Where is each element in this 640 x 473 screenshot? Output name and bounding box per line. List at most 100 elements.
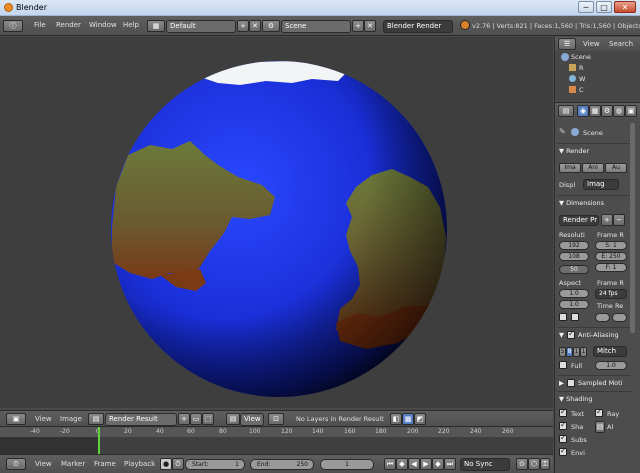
aa-samples-11[interactable]: 1 bbox=[573, 347, 580, 357]
play-icon[interactable]: ▶ bbox=[420, 458, 432, 470]
scene-tab-icon[interactable]: ⚙ bbox=[601, 105, 613, 117]
sampled-motion-panel-title[interactable]: ▶ bbox=[559, 379, 564, 387]
frame-step-field[interactable]: F: 1 bbox=[595, 263, 627, 272]
fake-user-icon[interactable]: ⬚ bbox=[202, 413, 214, 425]
prev-keyframe-icon[interactable]: ◆ bbox=[396, 458, 408, 470]
maximize-button[interactable]: □ bbox=[596, 1, 612, 13]
close-button[interactable]: ✕ bbox=[614, 1, 636, 13]
current-frame-field[interactable]: 1 bbox=[320, 459, 374, 470]
add-preset-icon[interactable]: + bbox=[601, 214, 613, 226]
timeline-area[interactable] bbox=[0, 427, 553, 455]
resolution-percentage-field[interactable]: 50 bbox=[559, 265, 589, 274]
time-old-field[interactable] bbox=[595, 313, 610, 322]
menu-window[interactable]: Window bbox=[89, 21, 117, 29]
preview-range-icon[interactable]: ⏱ bbox=[172, 458, 184, 470]
screen-layout-icon[interactable]: ▦ bbox=[147, 20, 165, 32]
render-result-viewport[interactable] bbox=[0, 37, 553, 408]
crop-checkbox[interactable] bbox=[571, 313, 579, 321]
channels-z-icon[interactable]: ◩ bbox=[414, 413, 426, 425]
image-name-field[interactable]: Render Result bbox=[105, 413, 177, 426]
shadows-checkbox[interactable] bbox=[559, 420, 567, 430]
start-frame-field[interactable]: Start: 1 bbox=[185, 459, 245, 470]
resolution-x-field[interactable]: 192 bbox=[559, 241, 589, 250]
menu-frame[interactable]: Frame bbox=[94, 460, 116, 468]
render-presets-select[interactable]: Render Pr bbox=[559, 215, 599, 226]
filter-size-field[interactable]: 1.0 bbox=[595, 361, 627, 370]
frame-rate-select[interactable]: 24 fps bbox=[595, 289, 627, 299]
frame-start-field[interactable]: S: 1 bbox=[595, 241, 627, 250]
alpha-mode-icon[interactable]: ▤ bbox=[595, 421, 605, 433]
keying-set-icon[interactable]: ⚿ bbox=[540, 458, 550, 470]
menu-playback[interactable]: Playback bbox=[124, 460, 155, 468]
render-tab-icon[interactable]: ◉ bbox=[577, 105, 589, 117]
menu-file[interactable]: File bbox=[34, 21, 46, 29]
render-image-button[interactable]: Ima bbox=[559, 163, 581, 173]
menu-marker[interactable]: Marker bbox=[61, 460, 85, 468]
add-scene-icon[interactable]: + bbox=[352, 20, 364, 32]
menu-image[interactable]: Image bbox=[60, 415, 82, 423]
record-icon[interactable]: ● bbox=[160, 458, 172, 470]
play-reverse-icon[interactable]: ◀ bbox=[408, 458, 420, 470]
aspect-y-field[interactable]: 1.0 bbox=[559, 300, 589, 309]
end-frame-field[interactable]: End: 250 bbox=[250, 459, 314, 470]
display-select[interactable]: Imag bbox=[583, 179, 619, 190]
scene-field[interactable]: Scene bbox=[281, 20, 351, 33]
world-tab-icon[interactable]: ◍ bbox=[613, 105, 625, 117]
render-animation-button[interactable]: Ani bbox=[582, 163, 604, 173]
timeline-ruler[interactable]: -40 -20 0 20 40 60 80 100 120 140 160 18… bbox=[0, 427, 553, 437]
remove-preset-icon[interactable]: − bbox=[613, 214, 625, 226]
menu-timeline-view[interactable]: View bbox=[35, 460, 52, 468]
editor-type-properties-icon[interactable]: ▤ bbox=[558, 105, 574, 117]
anti-aliasing-checkbox[interactable] bbox=[567, 329, 575, 339]
aa-samples-16[interactable]: 1 bbox=[580, 347, 587, 357]
render-slot-icon[interactable]: ⊡ bbox=[268, 413, 284, 425]
dimensions-panel-title[interactable]: ▼ Dimensions bbox=[559, 199, 604, 207]
screen-layout-field[interactable]: Default bbox=[166, 20, 236, 33]
aa-samples-8[interactable]: 8 bbox=[566, 347, 573, 357]
outliner-view-menu[interactable]: View bbox=[583, 40, 600, 48]
aspect-x-field[interactable]: 1.0 bbox=[559, 289, 589, 298]
render-panel-title[interactable]: ▼ Render bbox=[559, 147, 589, 155]
editor-type-info-icon[interactable]: ⓘ bbox=[3, 20, 23, 32]
menu-help[interactable]: Help bbox=[123, 21, 139, 29]
outliner-item[interactable]: W bbox=[579, 75, 585, 83]
jump-start-icon[interactable]: ⏮ bbox=[384, 458, 396, 470]
outliner-item[interactable]: Scene bbox=[571, 53, 591, 61]
channels-alpha-icon[interactable]: ▩ bbox=[402, 413, 414, 425]
add-screen-icon[interactable]: + bbox=[237, 20, 249, 32]
editor-type-timeline-icon[interactable]: ⏲ bbox=[6, 458, 26, 470]
editor-type-outliner-icon[interactable]: ☰ bbox=[558, 38, 576, 50]
sampled-motion-checkbox[interactable] bbox=[567, 379, 575, 387]
render-engine-select[interactable]: Blender Render bbox=[383, 20, 453, 33]
next-keyframe-icon[interactable]: ◆ bbox=[432, 458, 444, 470]
add-image-icon[interactable]: + bbox=[178, 413, 190, 425]
outliner-search-menu[interactable]: Search bbox=[609, 40, 633, 48]
image-browse-icon[interactable]: ▤ bbox=[88, 413, 104, 425]
jump-end-icon[interactable]: ⏭ bbox=[444, 458, 456, 470]
frame-end-field[interactable]: E: 250 bbox=[595, 252, 627, 261]
textures-checkbox[interactable] bbox=[559, 407, 567, 417]
object-tab-icon[interactable]: ▣ bbox=[625, 105, 637, 117]
remove-screen-icon[interactable]: ✕ bbox=[249, 20, 261, 32]
view-mode-icon[interactable]: ▤ bbox=[226, 413, 240, 425]
view-select[interactable]: View bbox=[240, 413, 264, 426]
outliner-item[interactable]: R bbox=[579, 64, 584, 72]
full-sample-checkbox[interactable] bbox=[559, 361, 567, 369]
open-image-icon[interactable]: ▭ bbox=[190, 413, 202, 425]
time-new-field[interactable] bbox=[612, 313, 627, 322]
resolution-y-field[interactable]: 108 bbox=[559, 252, 589, 261]
minimize-button[interactable]: ─ bbox=[578, 1, 594, 13]
aa-samples-5[interactable]: 5 bbox=[559, 347, 566, 357]
timeline-editor[interactable]: -40 -20 0 20 40 60 80 100 120 140 160 18… bbox=[0, 426, 553, 455]
keying-icon[interactable]: ⊙ bbox=[516, 458, 528, 470]
shading-panel-title[interactable]: ▼ Shading bbox=[559, 395, 592, 403]
layers-tab-icon[interactable]: ▦ bbox=[589, 105, 601, 117]
render-audio-button[interactable]: Au bbox=[605, 163, 627, 173]
aa-filter-select[interactable]: Mitch bbox=[593, 346, 627, 357]
current-frame-cursor[interactable] bbox=[98, 427, 100, 455]
menu-view[interactable]: View bbox=[35, 415, 52, 423]
editor-type-image-icon[interactable]: ▣ bbox=[6, 413, 26, 425]
sync-mode-select[interactable]: No Sync bbox=[460, 458, 510, 471]
border-checkbox[interactable] bbox=[559, 313, 567, 321]
properties-scrollbar[interactable] bbox=[630, 123, 635, 333]
